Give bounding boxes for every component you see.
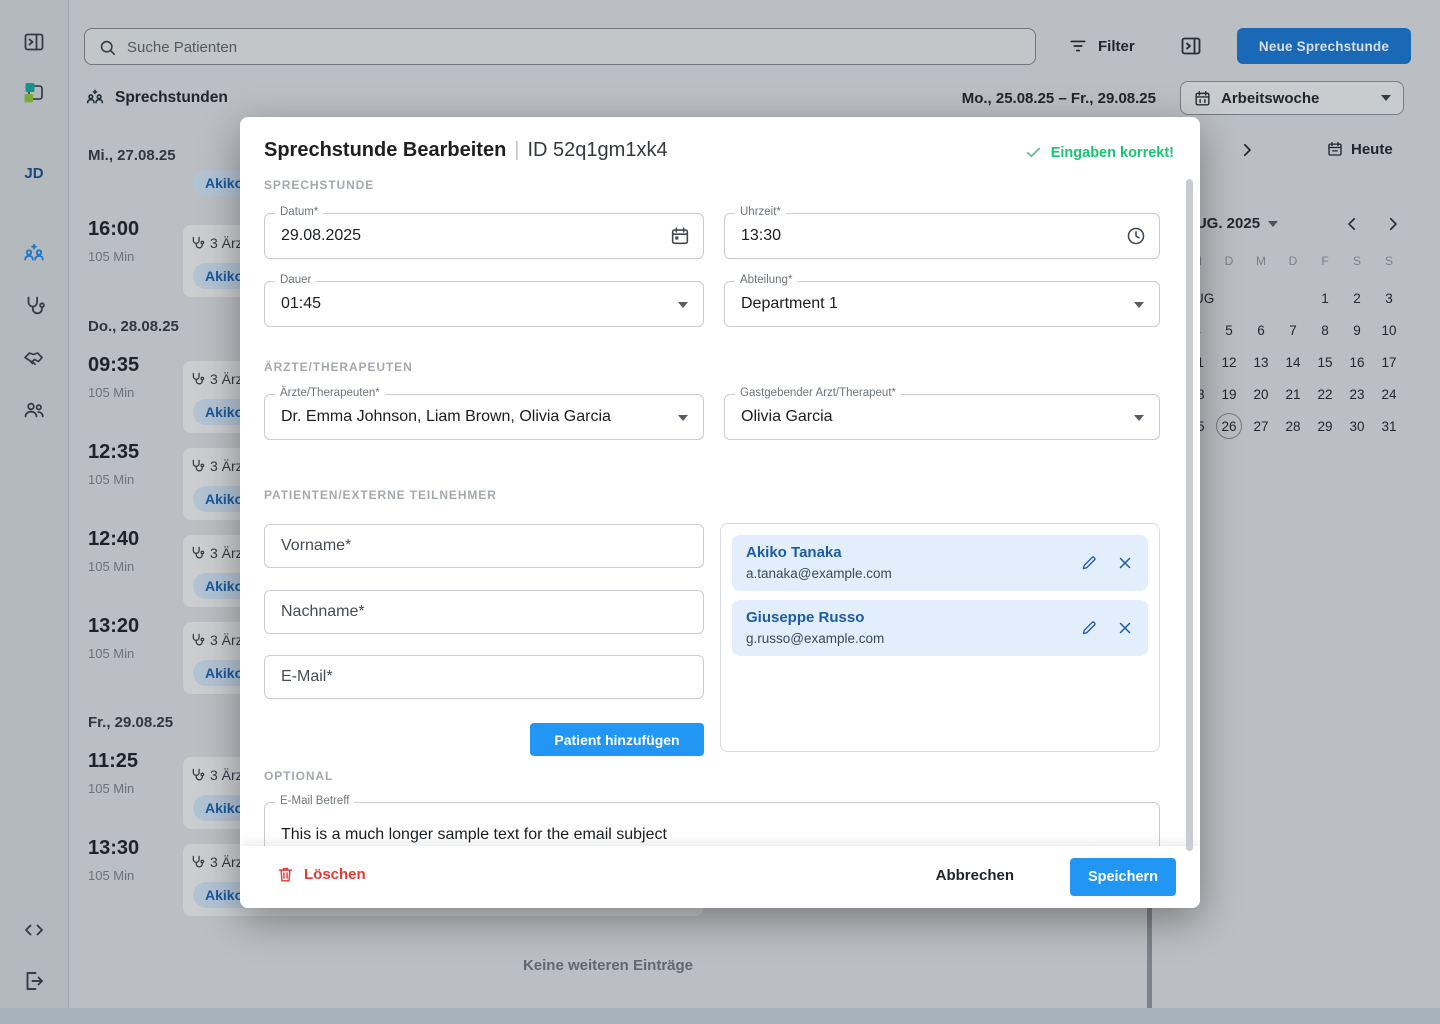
modal-id-label: ID 52q1gm1xk4 <box>528 139 668 161</box>
chevron-down-icon <box>678 302 688 308</box>
section-sprechstunde: SPRECHSTUNDE <box>264 178 374 192</box>
patient-name: Giuseppe Russo <box>746 609 864 626</box>
patient-card: Giuseppe Russo g.russo@example.com <box>732 600 1148 656</box>
modal-footer: Löschen Abbrechen Speichern <box>240 846 1200 908</box>
abteilung-value: Department 1 <box>741 282 838 326</box>
section-patienten: PATIENTEN/EXTERNE TEILNEHMER <box>264 488 497 502</box>
dauer-select[interactable]: Dauer 01:45 <box>264 281 704 327</box>
add-patient-button[interactable]: Patient hinzufügen <box>530 723 704 756</box>
remove-patient-icon[interactable] <box>1116 554 1134 572</box>
abteilung-select[interactable]: Abteilung* Department 1 <box>724 281 1160 327</box>
delete-button-label: Löschen <box>304 866 366 883</box>
edit-sprechstunde-modal: Sprechstunde Bearbeiten | ID 52q1gm1xk4 Ei… <box>240 117 1200 908</box>
patient-list-panel: Akiko Tanaka a.tanaka@example.com Giuseppe… <box>720 523 1160 752</box>
section-aerzte: ÄRZTE/THERAPEUTEN <box>264 360 413 374</box>
modal-title-text: Sprechstunde Bearbeiten <box>264 139 506 161</box>
remove-patient-icon[interactable] <box>1116 619 1134 637</box>
cancel-button[interactable]: Abbrechen <box>936 867 1014 884</box>
validation-status-label: Eingaben korrekt! <box>1051 145 1174 161</box>
chevron-down-icon <box>1134 415 1144 421</box>
patient-card: Akiko Tanaka a.tanaka@example.com <box>732 535 1148 591</box>
validation-status: Eingaben korrekt! <box>1025 144 1174 161</box>
edit-patient-icon[interactable] <box>1080 619 1098 637</box>
aerzte-value: Dr. Emma Johnson, Liam Brown, Olivia Gar… <box>281 395 611 439</box>
email-input[interactable] <box>264 655 704 699</box>
modal-title: Sprechstunde Bearbeiten | ID 52q1gm1xk4 <box>264 139 668 162</box>
clock-icon[interactable] <box>1125 225 1147 247</box>
gastgeber-select[interactable]: Gastgebender Arzt/Therapeut* Olivia Garc… <box>724 394 1160 440</box>
email-betreff-value: This is a much longer sample text for th… <box>281 827 667 843</box>
title-separator: | <box>514 139 519 161</box>
datum-value: 29.08.2025 <box>281 214 361 258</box>
uhrzeit-value: 13:30 <box>741 214 781 258</box>
vorname-input[interactable] <box>264 524 704 568</box>
section-optional: OPTIONAL <box>264 769 333 783</box>
patient-email: a.tanaka@example.com <box>746 566 892 581</box>
modal-scrollbar[interactable] <box>1186 179 1193 851</box>
save-button[interactable]: Speichern <box>1070 858 1176 896</box>
chevron-down-icon <box>678 415 688 421</box>
patient-email: g.russo@example.com <box>746 631 884 646</box>
chevron-down-icon <box>1134 302 1144 308</box>
check-icon <box>1025 144 1042 161</box>
dauer-value: 01:45 <box>281 282 321 326</box>
datum-field[interactable]: Datum* 29.08.2025 <box>264 213 704 259</box>
trash-icon <box>276 865 295 884</box>
gastgeber-value: Olivia Garcia <box>741 395 833 439</box>
uhrzeit-field[interactable]: Uhrzeit* 13:30 <box>724 213 1160 259</box>
patient-name: Akiko Tanaka <box>746 544 842 561</box>
email-betreff-label: E-Mail Betreff <box>275 795 354 807</box>
delete-button[interactable]: Löschen <box>276 865 366 884</box>
aerzte-select[interactable]: Ärzte/Therapeuten* Dr. Emma Johnson, Lia… <box>264 394 704 440</box>
edit-patient-icon[interactable] <box>1080 554 1098 572</box>
calendar-icon[interactable] <box>669 225 691 247</box>
nachname-input[interactable] <box>264 590 704 634</box>
